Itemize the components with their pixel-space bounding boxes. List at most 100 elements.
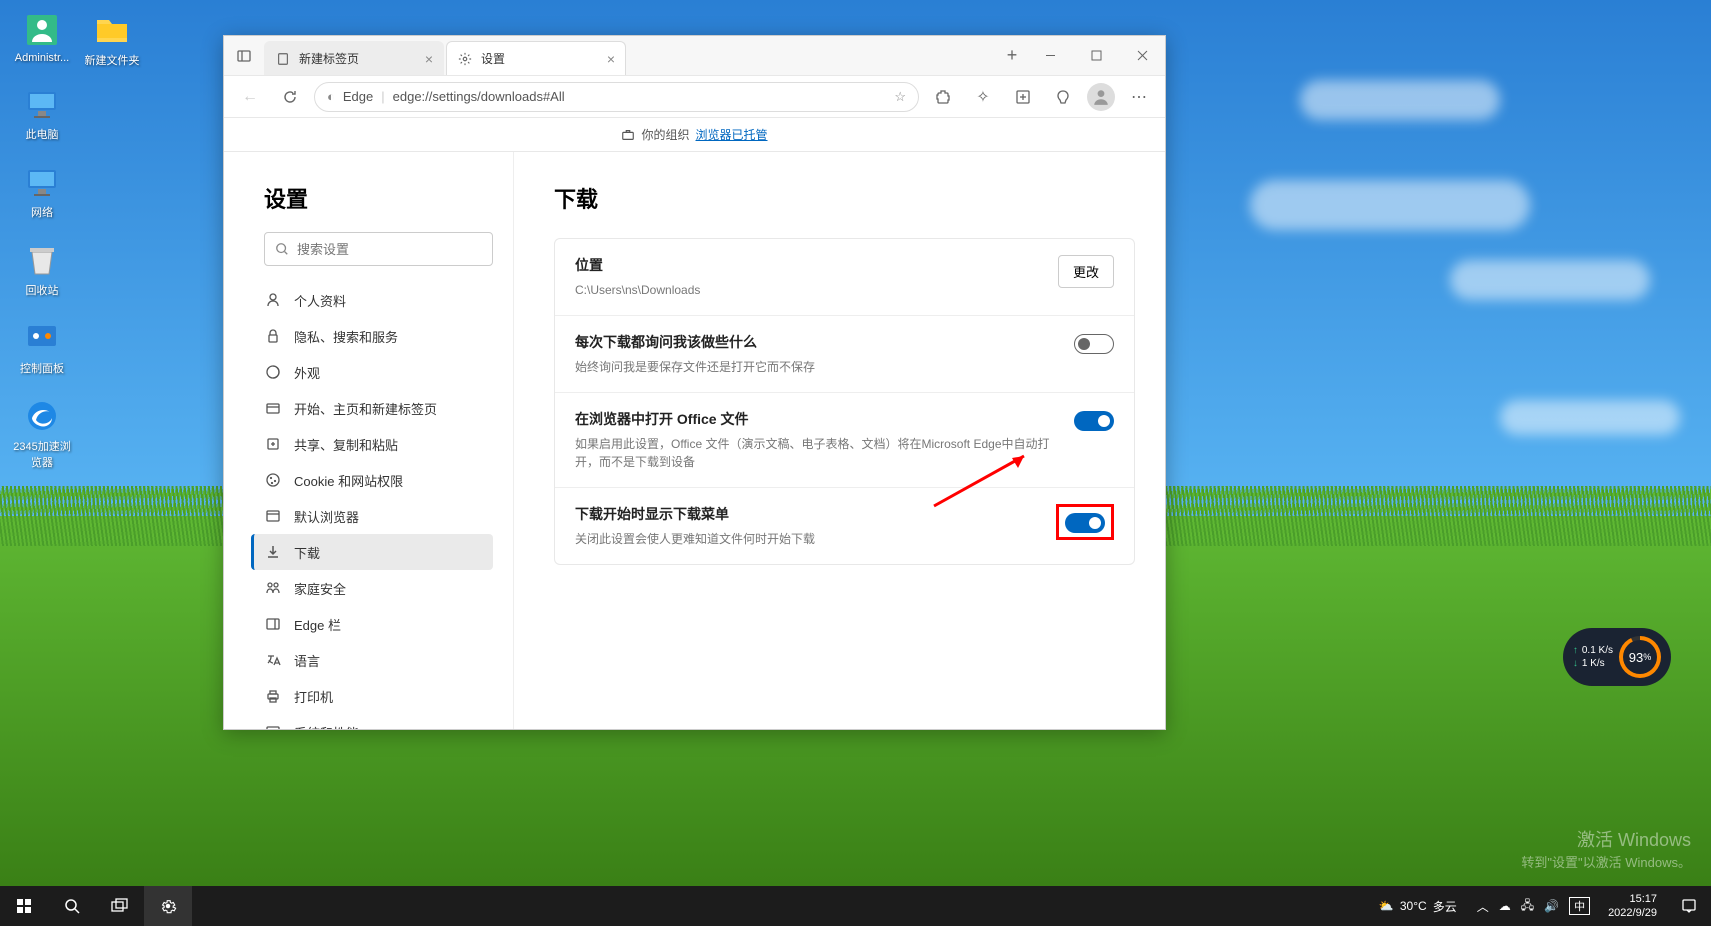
address-bar[interactable]: ◐ Edge | edge://settings/downloads#All ☆ [314, 82, 919, 112]
extensions-button[interactable] [927, 81, 959, 113]
desktop-icon-this-pc[interactable]: 此电脑 [12, 84, 72, 142]
desktop-icon-network[interactable]: 网络 [12, 162, 72, 220]
notifications-button[interactable] [1667, 886, 1711, 926]
managed-link[interactable]: 浏览器已托管 [696, 126, 768, 143]
desktop-icon-recycle-bin[interactable]: 回收站 [12, 240, 72, 298]
close-tab-icon[interactable]: × [607, 51, 615, 67]
change-location-button[interactable]: 更改 [1058, 255, 1114, 288]
tab-actions-button[interactable] [224, 48, 264, 64]
url-text: edge://settings/downloads#All [393, 89, 887, 104]
system-monitor-widget[interactable]: ↑0.1 K/s ↓1 K/s 93% [1563, 628, 1671, 686]
desktop-icon-new-folder[interactable]: 新建文件夹 [82, 10, 142, 68]
nav-tab[interactable]: 开始、主页和新建标签页 [254, 390, 493, 426]
taskbar-weather[interactable]: ⛅ 30°C 多云 [1367, 898, 1469, 915]
taskbar: ⛅ 30°C 多云 ︿ ☁ 🖧 🔊 中 15:17 2022/9/29 [0, 886, 1711, 926]
nav-cookie[interactable]: Cookie 和网站权限 [254, 462, 493, 498]
folder-icon [92, 10, 132, 50]
favorite-icon[interactable]: ☆ [894, 89, 906, 105]
tray-network-icon[interactable]: 🖧 [1521, 896, 1534, 917]
search-input[interactable] [297, 242, 482, 257]
monitor-icon [22, 84, 62, 124]
nav-system[interactable]: 系统和性能 [254, 714, 493, 729]
family-icon [264, 580, 282, 596]
location-title: 位置 [575, 255, 1038, 275]
panel-icon [22, 318, 62, 358]
nav-sidebar[interactable]: Edge 栏 [254, 606, 493, 642]
page-title: 下载 [554, 182, 1135, 214]
toggle-1[interactable] [1074, 411, 1114, 431]
ie-icon [22, 396, 62, 436]
setting-row-2: 下载开始时显示下载菜单关闭此设置会使人更难知道文件何时开始下载 [555, 488, 1134, 564]
settings-title: 设置 [264, 182, 493, 214]
new-tab-button[interactable]: + [997, 41, 1027, 71]
site-info-icon: ◐ [327, 89, 335, 104]
browser-icon [264, 508, 282, 524]
sidebar-icon [264, 616, 282, 632]
nav-person[interactable]: 个人资料 [254, 282, 493, 318]
refresh-button[interactable] [274, 81, 306, 113]
desktop-icon-administrator[interactable]: Administr... [12, 10, 72, 64]
annotation-highlight [1056, 504, 1114, 540]
menu-button[interactable]: ⋯ [1123, 81, 1155, 113]
tab-icon [264, 400, 282, 416]
trash-icon [22, 240, 62, 280]
task-view-button[interactable] [96, 886, 144, 926]
tray-chevron-icon[interactable]: ︿ [1477, 898, 1489, 915]
profile-button[interactable] [1087, 83, 1115, 111]
monitor-icon [22, 162, 62, 202]
edge-browser-window: 新建标签页×设置× + ← → ◐ Edge | edge://settings… [223, 35, 1166, 730]
brand-label: Edge [343, 89, 373, 104]
person-icon [264, 292, 282, 308]
nav-paint[interactable]: 外观 [254, 354, 493, 390]
location-path: C:\Users\ns\Downloads [575, 281, 1038, 299]
nav-printer[interactable]: 打印机 [254, 678, 493, 714]
search-button[interactable] [48, 886, 96, 926]
search-icon [275, 242, 289, 256]
setting-row-1: 在浏览器中打开 Office 文件如果启用此设置，Office 文件（演示文稿、… [555, 393, 1134, 488]
settings-main: 下载 位置 C:\Users\ns\Downloads 更改 每次下载都询问我该… [514, 152, 1165, 729]
windows-activation-watermark: 激活 Windows 转到"设置"以激活 Windows。 [1521, 826, 1691, 871]
nav-lock[interactable]: 隐私、搜索和服务 [254, 318, 493, 354]
collections-button[interactable] [1007, 81, 1039, 113]
close-tab-icon[interactable]: × [425, 51, 433, 67]
cookie-icon [264, 472, 282, 488]
nav-download[interactable]: 下载 [251, 534, 493, 570]
settings-search[interactable] [264, 232, 493, 266]
close-button[interactable] [1119, 40, 1165, 72]
download-location-setting: 位置 C:\Users\ns\Downloads 更改 [555, 239, 1134, 316]
windows-logo-wallpaper [1311, 586, 1591, 866]
system-icon [264, 724, 282, 729]
nav-browser[interactable]: 默认浏览器 [254, 498, 493, 534]
taskbar-clock[interactable]: 15:17 2022/9/29 [1598, 892, 1667, 921]
share-icon [264, 436, 282, 452]
gear-icon [457, 51, 473, 67]
minimize-button[interactable] [1027, 40, 1073, 72]
paint-icon [264, 364, 282, 380]
nav-share[interactable]: 共享、复制和粘贴 [254, 426, 493, 462]
nav-family[interactable]: 家庭安全 [254, 570, 493, 606]
tab-设置[interactable]: 设置× [446, 41, 626, 75]
toggle-2[interactable] [1065, 513, 1105, 533]
download-icon [264, 544, 282, 560]
ime-indicator[interactable]: 中 [1569, 897, 1590, 915]
start-button[interactable] [0, 886, 48, 926]
favorites-button[interactable]: ✧ [967, 81, 999, 113]
desktop-icon-control-panel[interactable]: 控制面板 [12, 318, 72, 376]
tray-onedrive-icon[interactable]: ☁ [1499, 899, 1511, 913]
taskbar-settings-button[interactable] [144, 886, 192, 926]
toolbar: ← → ◐ Edge | edge://settings/downloads#A… [224, 76, 1165, 118]
page-icon [275, 51, 291, 67]
maximize-button[interactable] [1073, 40, 1119, 72]
nav-lang[interactable]: 语言 [254, 642, 493, 678]
desktop-icon-browser-2345[interactable]: 2345加速浏览器 [12, 396, 72, 470]
settings-sidebar: 设置 个人资料隐私、搜索和服务外观开始、主页和新建标签页共享、复制和粘贴Cook… [224, 152, 514, 729]
briefcase-icon [621, 128, 635, 142]
toggle-0[interactable] [1074, 334, 1114, 354]
setting-row-0: 每次下载都询问我该做些什么始终询问我是要保存文件还是打开它而不保存 [555, 316, 1134, 393]
tab-新建标签页[interactable]: 新建标签页× [264, 41, 444, 75]
titlebar: 新建标签页×设置× + [224, 36, 1165, 76]
weather-icon: ⛅ [1379, 899, 1394, 913]
back-button[interactable]: ← [234, 81, 266, 113]
browser-essentials-button[interactable] [1047, 81, 1079, 113]
tray-volume-icon[interactable]: 🔊 [1544, 899, 1559, 913]
